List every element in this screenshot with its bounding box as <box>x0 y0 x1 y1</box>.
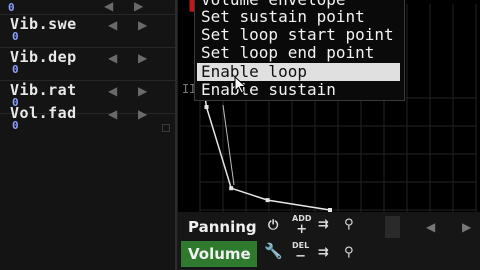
mouse-cursor-icon <box>234 76 247 94</box>
envelope-point <box>229 186 234 191</box>
del-label: DEL <box>292 241 310 250</box>
tab-panning[interactable]: Panning <box>181 214 257 240</box>
tab-volume[interactable]: Volume <box>181 241 257 267</box>
scroll-left-arrow[interactable]: ◀ <box>426 220 435 234</box>
decrease-arrow[interactable]: ◀ <box>108 18 117 32</box>
envelope-context-menu: Volume envelope Set sustain point Set lo… <box>194 0 405 101</box>
param-vol-fadeout: Vol.fad 0 ◀ ▶ <box>4 104 174 136</box>
param-vib-depth: Vib.dep 0 ◀ ▶ <box>4 48 174 80</box>
instrument-parameter-panel: 0 ◀ ▶ Vib.swe 0 ◀ ▶ Vib.dep 0 ◀ ▶ Vib.ra… <box>0 0 177 270</box>
increase-arrow[interactable]: ▶ <box>138 18 147 32</box>
param-label: Vol.fad <box>10 104 77 122</box>
envelope-point <box>204 105 209 110</box>
decrease-arrow[interactable]: ◀ <box>108 51 117 65</box>
param-label: Vib.dep <box>10 48 77 66</box>
delete-point-button[interactable]: DEL − <box>292 242 309 264</box>
panel-scroll-handle[interactable] <box>162 124 170 132</box>
shuffle-icon[interactable]: ⇉ <box>318 218 329 232</box>
pin-remove-icon[interactable]: ⚲ <box>344 246 354 260</box>
param-value: 0 <box>12 30 19 43</box>
menu-item-enable-sustain[interactable]: Enable sustain <box>201 81 401 99</box>
top-param-value: 0 <box>8 1 15 14</box>
param-label: Vib.rat <box>10 81 77 99</box>
wrench-icon[interactable]: 🔧 <box>264 244 283 259</box>
envelope-toolbar: Panning Volume ⏻ ADD + ⇉ ⚲ 🔧 DEL − ⇉ ⚲ ◀ ▶ <box>178 212 480 270</box>
increase-arrow[interactable]: ▶ <box>138 51 147 65</box>
param-label: Vib.swe <box>10 15 77 33</box>
pin-add-icon[interactable]: ⚲ <box>344 218 354 232</box>
menu-item-enable-loop[interactable]: Enable loop <box>197 63 400 81</box>
param-value: 0 <box>12 119 19 132</box>
add-point-button[interactable]: ADD + <box>292 215 311 237</box>
envelope-point <box>265 198 270 203</box>
menu-item-set-loop-end-point[interactable]: Set loop end point <box>201 44 401 62</box>
top-increase-arrow[interactable]: ▶ <box>134 0 143 13</box>
shuffle-back-icon[interactable]: ⇉ <box>318 246 329 260</box>
secondary-line <box>222 104 235 186</box>
top-decrease-arrow[interactable]: ◀ <box>104 0 113 13</box>
add-label: ADD <box>292 214 312 223</box>
power-icon[interactable]: ⏻ <box>268 219 278 233</box>
increase-arrow[interactable]: ▶ <box>138 84 147 98</box>
decrease-arrow[interactable]: ◀ <box>108 107 117 121</box>
menu-item-set-sustain-point[interactable]: Set sustain point <box>201 8 401 26</box>
decrease-arrow[interactable]: ◀ <box>108 84 117 98</box>
increase-arrow[interactable]: ▶ <box>138 107 147 121</box>
menu-item-set-loop-start-point[interactable]: Set loop start point <box>201 26 401 44</box>
scroll-right-arrow[interactable]: ▶ <box>462 220 471 234</box>
param-vib-sweep: Vib.swe 0 ◀ ▶ <box>4 15 174 47</box>
envelope-scrollbar[interactable] <box>385 216 400 238</box>
param-value: 0 <box>12 63 19 76</box>
